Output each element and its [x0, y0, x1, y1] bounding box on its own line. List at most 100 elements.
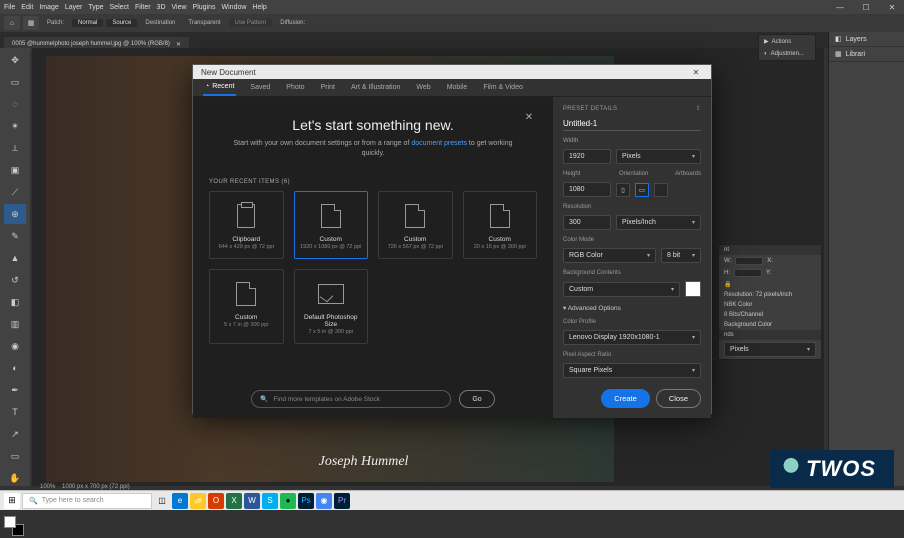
height-input[interactable] [563, 182, 611, 197]
menu-select[interactable]: Select [110, 4, 129, 11]
tab-mobile[interactable]: Mobile [445, 80, 470, 95]
menu-file[interactable]: File [4, 4, 15, 11]
menu-image[interactable]: Image [39, 4, 58, 11]
crop-tool[interactable]: ⟂ [4, 138, 26, 158]
shape-tool[interactable]: ▭ [4, 446, 26, 466]
type-tool[interactable]: T [4, 402, 26, 422]
window-maximize-button[interactable]: ☐ [854, 0, 878, 14]
menu-type[interactable]: Type [88, 4, 103, 11]
app-icon[interactable]: ● [280, 493, 296, 509]
app-icon[interactable]: O [208, 493, 224, 509]
blur-tool[interactable]: ◉ [4, 336, 26, 356]
start-button[interactable]: ⊞ [4, 493, 20, 509]
preset-card-custom-2[interactable]: Custom 726 x 567 px @ 72 ppi [378, 191, 453, 259]
document-presets-link[interactable]: document presets [411, 140, 467, 147]
hero-close-button[interactable]: ✕ [521, 109, 537, 125]
source-toggle[interactable]: Source [106, 19, 137, 27]
width-unit-select[interactable]: Pixels▾ [616, 149, 701, 164]
menu-help[interactable]: Help [252, 4, 266, 11]
background-color-swatch[interactable] [685, 281, 701, 297]
pen-tool[interactable]: ✒ [4, 380, 26, 400]
properties-panel[interactable]: nt W:X: H:Y: 🔒 Resolution: 72 pixels/inc… [718, 244, 822, 360]
preset-card-clipboard[interactable]: Clipboard 644 x 429 px @ 72 ppi [209, 191, 284, 259]
close-button[interactable]: Close [656, 389, 701, 408]
advanced-options-toggle[interactable]: ▾ Advanced Options [563, 304, 701, 312]
photoshop-taskbar-icon[interactable]: Ps [298, 493, 314, 509]
libraries-panel-tab[interactable]: ▦Librari [829, 47, 904, 62]
dialog-close-button[interactable]: ✕ [689, 65, 703, 79]
tab-print[interactable]: Print [319, 80, 337, 95]
orientation-portrait-button[interactable]: ▯ [616, 183, 630, 197]
app-icon[interactable]: S [262, 493, 278, 509]
window-close-button[interactable]: ✕ [880, 0, 904, 14]
tab-recent[interactable]: ◔Recent [203, 79, 236, 96]
pixel-aspect-ratio-select[interactable]: Square Pixels▾ [563, 363, 701, 378]
menu-edit[interactable]: Edit [21, 4, 33, 11]
wand-tool[interactable]: ✶ [4, 116, 26, 136]
app-icon[interactable]: W [244, 493, 260, 509]
color-mode-select[interactable]: RGB Color▾ [563, 248, 656, 263]
unit-select[interactable]: Pixels▾ [724, 342, 816, 357]
resolution-unit-select[interactable]: Pixels/Inch▾ [616, 215, 701, 230]
window-minimize-button[interactable]: — [828, 0, 852, 14]
app-icon[interactable]: ◉ [316, 493, 332, 509]
preset-card-custom-4[interactable]: Custom 5 x 7 in @ 300 ppi [209, 269, 284, 344]
destination-toggle[interactable]: Destination [140, 18, 180, 28]
color-profile-select[interactable]: Lenovo Display 1920x1080-1▾ [563, 330, 701, 345]
home-icon[interactable]: ⌂ [4, 16, 20, 30]
preset-card-custom-1[interactable]: Custom 1920 x 1080 px @ 72 ppi [294, 191, 369, 259]
document-name-input[interactable] [563, 117, 701, 131]
lasso-tool[interactable]: ◌ [4, 94, 26, 114]
eraser-tool[interactable]: ◧ [4, 292, 26, 312]
resolution-input[interactable] [563, 215, 611, 230]
export-preset-icon[interactable]: ⇪ [696, 105, 701, 112]
background-contents-select[interactable]: Custom▾ [563, 282, 680, 297]
app-icon[interactable]: Pr [334, 493, 350, 509]
eyedropper-tool[interactable]: ⟋ [4, 182, 26, 202]
mode-value[interactable]: Normal [72, 19, 103, 27]
foreground-background-swatch[interactable] [4, 516, 26, 538]
menu-3d[interactable]: 3D [157, 4, 166, 11]
menu-layer[interactable]: Layer [65, 4, 83, 11]
preset-card-custom-3[interactable]: Custom 20 x 16 px @ 300 ppi [463, 191, 538, 259]
frame-tool[interactable]: ▣ [4, 160, 26, 180]
menu-view[interactable]: View [172, 4, 187, 11]
bit-depth-select[interactable]: 8 bit▾ [661, 248, 701, 263]
tab-web[interactable]: Web [414, 80, 432, 95]
create-button[interactable]: Create [601, 389, 650, 408]
transparent-toggle[interactable]: Transparent [183, 18, 225, 28]
stamp-tool[interactable]: ▲ [4, 248, 26, 268]
path-tool[interactable]: ↗ [4, 424, 26, 444]
marquee-tool[interactable]: ▭ [4, 72, 26, 92]
taskbar-search[interactable]: 🔍 Type here to search [22, 493, 152, 509]
tab-art-illustration[interactable]: Art & Illustration [349, 80, 402, 95]
orientation-landscape-button[interactable]: ▭ [635, 183, 649, 197]
app-icon[interactable]: 📁 [190, 493, 206, 509]
go-button[interactable]: Go [459, 390, 494, 408]
preset-card-default-size[interactable]: Default Photoshop Size 7 x 5 in @ 300 pp… [294, 269, 369, 344]
menu-window[interactable]: Window [222, 4, 247, 11]
gradient-tool[interactable]: ▥ [4, 314, 26, 334]
menu-plugins[interactable]: Plugins [193, 4, 216, 11]
brush-tool[interactable]: ✎ [4, 226, 26, 246]
move-tool[interactable]: ✥ [4, 50, 26, 70]
dodge-tool[interactable]: ◐ [4, 358, 26, 378]
tab-film-video[interactable]: Film & Video [481, 80, 525, 95]
tool-preset-icon[interactable]: ▦ [23, 16, 39, 30]
artboards-checkbox[interactable] [654, 183, 668, 197]
close-icon[interactable]: ✕ [176, 41, 181, 48]
layers-panel-tab[interactable]: ◧Layers [829, 32, 904, 47]
tab-saved[interactable]: Saved [248, 80, 272, 95]
pixel-aspect-ratio-label: Pixel Aspect Ratio [563, 352, 701, 358]
app-icon[interactable]: e [172, 493, 188, 509]
width-input[interactable] [563, 149, 611, 164]
app-icon[interactable]: X [226, 493, 242, 509]
tab-photo[interactable]: Photo [284, 80, 306, 95]
healing-tool[interactable]: ⊕ [4, 204, 26, 224]
history-brush-tool[interactable]: ↺ [4, 270, 26, 290]
template-search-input[interactable]: 🔍 Find more templates on Adobe Stock [251, 390, 451, 408]
hand-tool[interactable]: ✋ [4, 468, 26, 488]
menu-filter[interactable]: Filter [135, 4, 151, 11]
task-view-icon[interactable]: ◫ [154, 493, 170, 509]
actions-panel[interactable]: ▶Actions ◐Adjustmen... [758, 34, 816, 61]
